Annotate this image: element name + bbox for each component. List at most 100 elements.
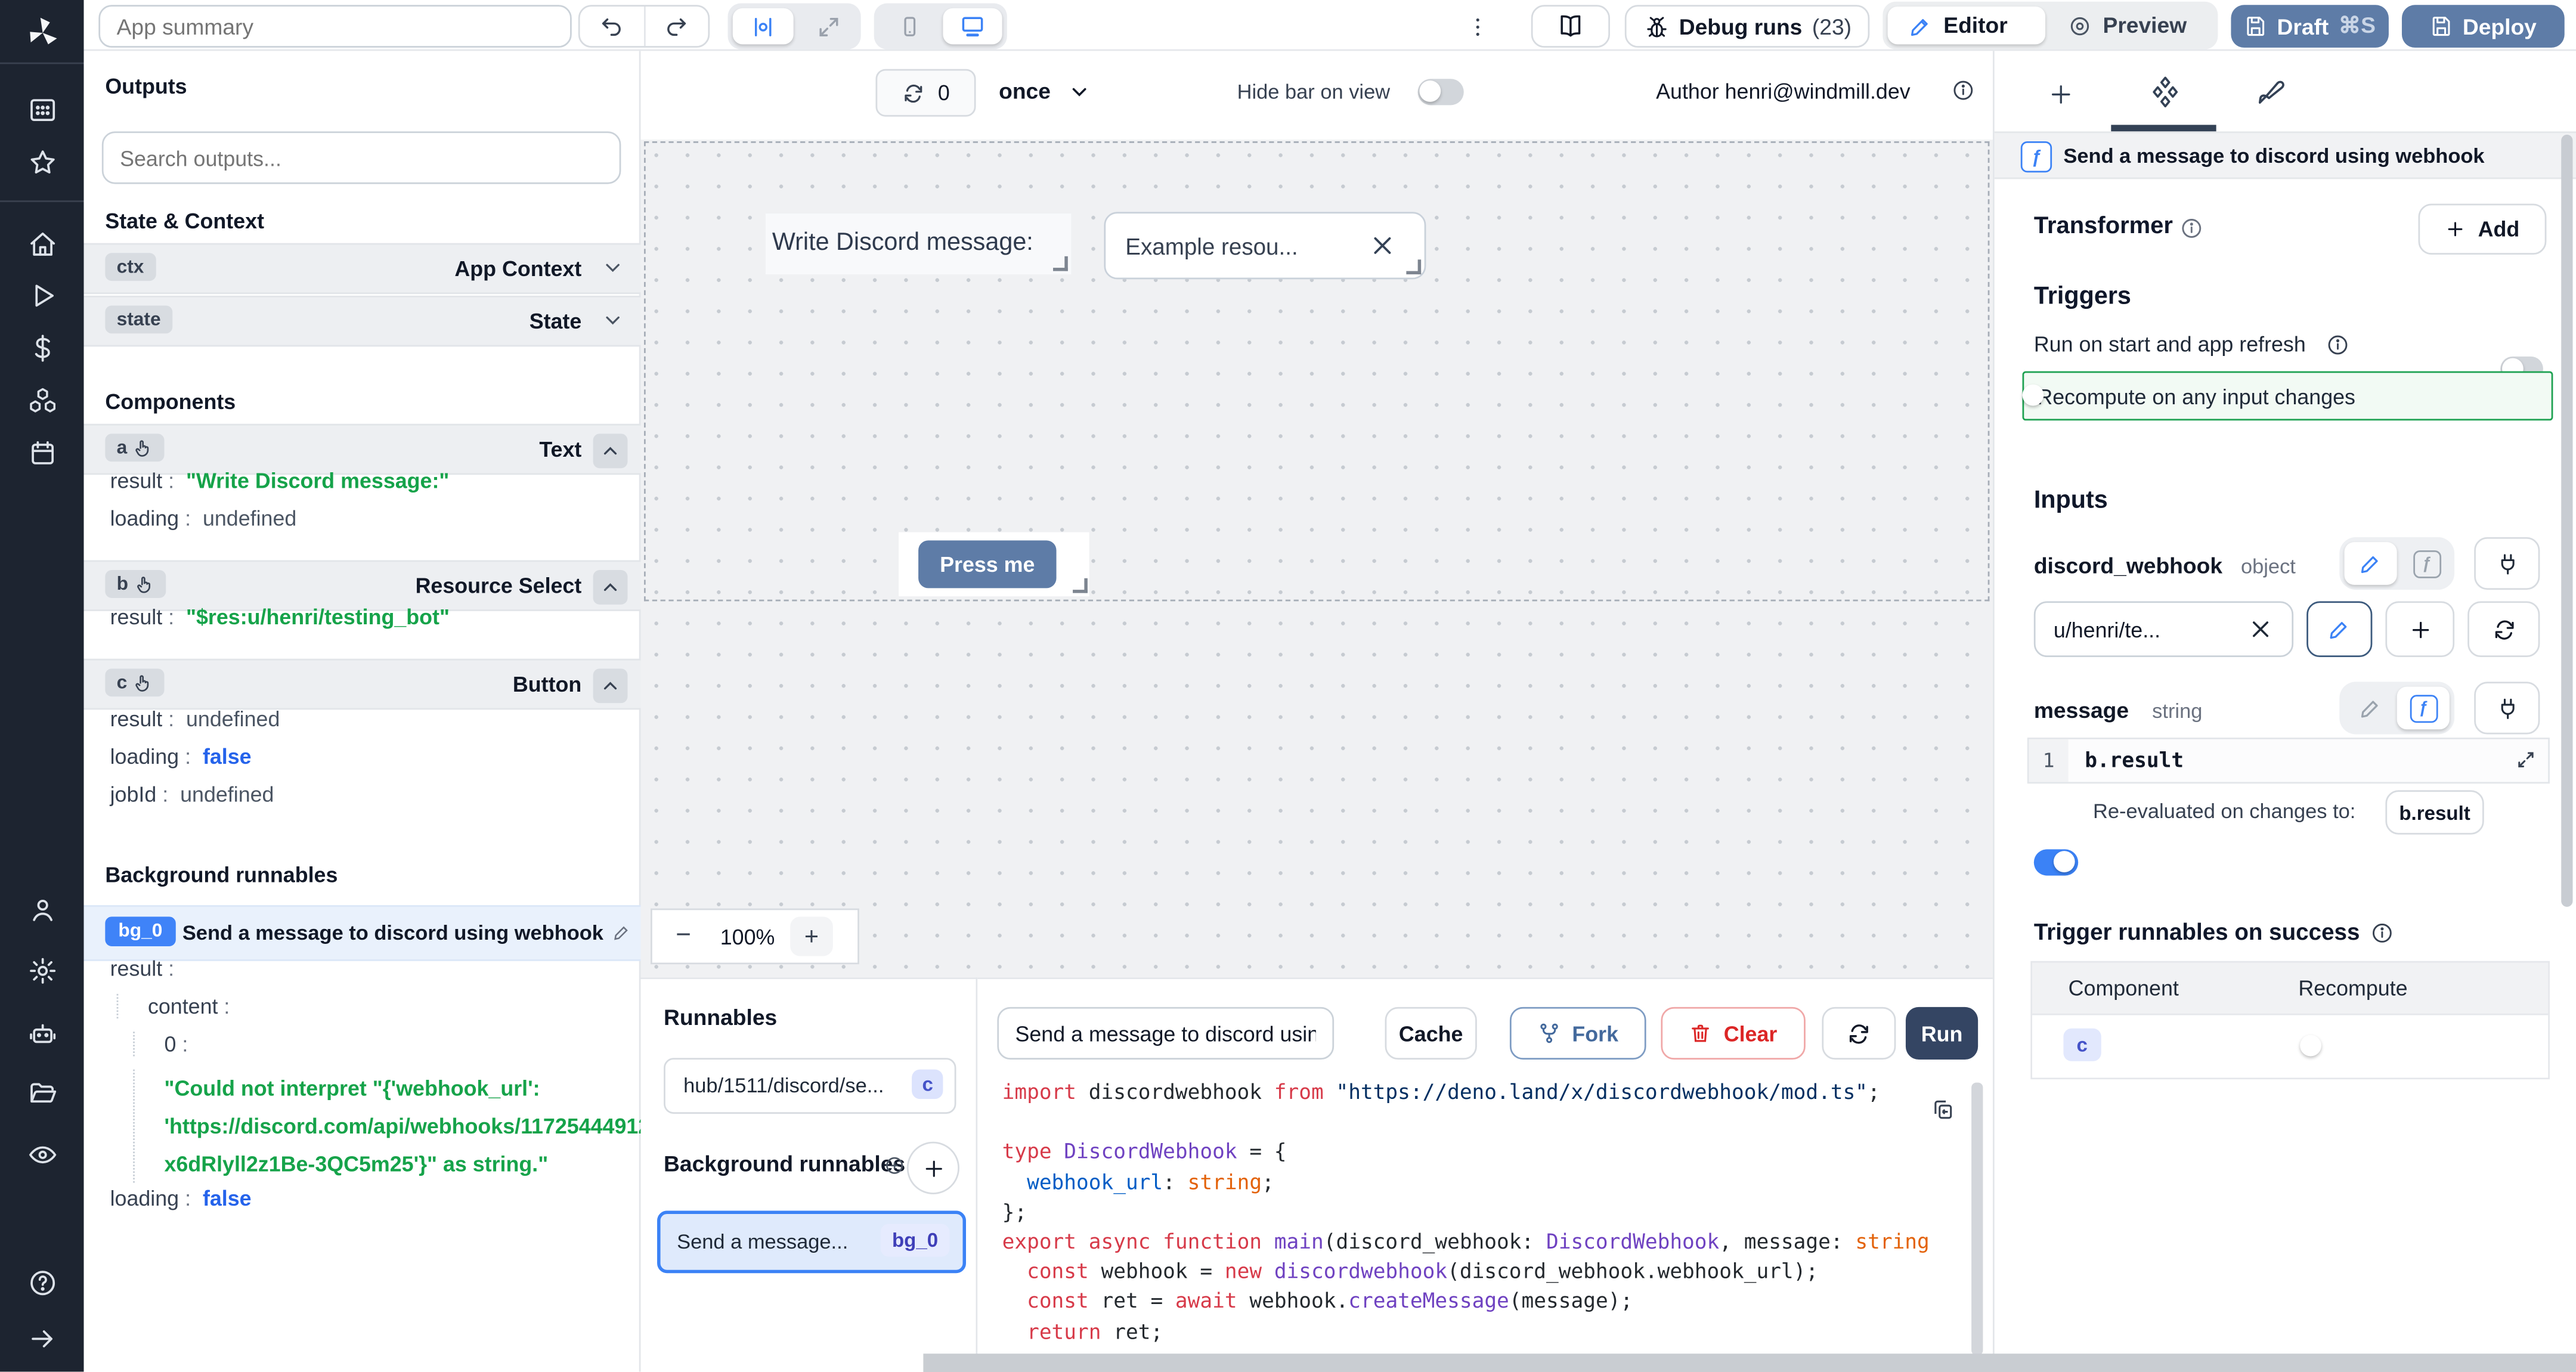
zoom-in-button[interactable]: + [790,916,833,956]
tab-styling-brush-icon[interactable] [2250,74,2287,110]
collapse-chevron-up-icon[interactable] [593,570,628,605]
trigger-success-title: Trigger runnables on success [2034,918,2360,944]
add-transformer-button[interactable]: Add [2419,204,2547,255]
resources-boxes-icon[interactable] [27,386,57,416]
draft-button[interactable]: Draft ⌘S [2231,5,2388,48]
desktop-view-button[interactable] [943,8,1002,45]
copy-code-icon[interactable] [1930,1097,1955,1122]
clear-button[interactable]: Clear [1661,1007,1805,1060]
bg-runnable-item-selected[interactable]: Send a message... bg_0 [657,1211,966,1274]
help-icon[interactable] [27,1268,57,1298]
redo-button[interactable] [645,7,708,46]
restart-button[interactable] [1822,1007,1896,1060]
tab-insert-plus-icon[interactable] [2044,77,2076,110]
script-name-input[interactable] [997,1007,1334,1060]
reeval-toggle[interactable] [2034,849,2078,875]
workers-bot-icon[interactable] [27,1018,57,1048]
info-icon[interactable] [2180,217,2203,240]
chevron-down-icon[interactable] [601,256,624,280]
add-bg-runnable-button[interactable] [907,1142,959,1194]
run-button[interactable]: Run [1906,1007,1978,1060]
static-pencil-mode-button[interactable] [2345,687,2397,730]
resource-select-component[interactable]: Example resou... [1104,212,1426,279]
mobile-view-button[interactable] [879,8,938,45]
text-component-value: Write Discord message: [772,228,1033,256]
hand-pointer-icon [134,438,153,457]
settings-gear-icon[interactable] [27,956,57,986]
horizontal-scrollbar[interactable] [923,1354,2576,1372]
background-runnable-row[interactable]: bg_0 Send a message to discord using web… [84,905,641,961]
tab-settings-diamonds-icon[interactable] [2147,74,2184,110]
component-row-a[interactable]: a Text [84,424,641,475]
press-me-button[interactable]: Press me [918,540,1056,588]
code-vertical-scrollbar[interactable] [1971,1083,1983,1355]
folders-icon[interactable] [27,1079,57,1109]
clear-x-icon[interactable] [1370,233,1395,258]
docs-book-button[interactable] [1531,5,1610,48]
kebab-menu-icon[interactable] [1464,7,1490,46]
tab-preview[interactable]: Preview [2049,7,2213,44]
expand-editor-icon[interactable] [2515,749,2537,770]
resize-handle[interactable] [1053,256,1068,271]
fn-icon: ƒ [2413,550,2441,578]
field-message-name: message [2034,698,2129,723]
message-expression-editor[interactable]: 1 b.result [2027,738,2550,783]
center-align-button[interactable] [733,8,794,45]
app-canvas[interactable]: Write Discord message: Example resou... … [640,140,1992,977]
info-icon[interactable] [2371,922,2394,945]
right-panel-scrollbar[interactable] [2561,135,2572,907]
zoom-out-button[interactable]: − [652,922,715,952]
audit-eye-icon[interactable] [27,1140,57,1170]
collapse-chevron-up-icon[interactable] [593,433,628,468]
collapse-arrow-icon[interactable] [27,1324,57,1354]
undo-button[interactable] [580,7,645,46]
add-resource-button[interactable] [2385,601,2454,657]
recompute-counter[interactable]: 0 [875,69,976,117]
edit-resource-button[interactable] [2306,601,2372,657]
static-pencil-mode-button[interactable] [2345,542,2397,585]
deploy-button[interactable]: Deploy [2402,5,2565,48]
cache-button[interactable]: Cache [1385,1007,1477,1060]
connect-plug-button[interactable] [2474,537,2540,590]
fn-mode-button-active[interactable]: ƒ [2397,687,2450,730]
refresh-resources-button[interactable] [2467,601,2540,657]
save-draft-icon [2244,15,2267,38]
interval-dropdown[interactable]: once [999,79,1090,103]
collapse-chevron-up-icon[interactable] [593,668,628,703]
user-icon[interactable] [27,896,57,925]
chevron-down-icon[interactable] [601,309,624,332]
resource-picker[interactable]: u/henri/te... [2034,601,2293,657]
variables-dollar-icon[interactable] [27,333,57,363]
edit-pencil-icon[interactable] [613,923,631,941]
tab-editor[interactable]: Editor [1888,7,2045,44]
favorites-star-icon[interactable] [27,148,57,178]
apps-icon[interactable] [27,95,57,125]
code-content[interactable]: import discordwebhook from "https://deno… [1002,1077,1965,1350]
resize-handle[interactable] [1406,259,1421,274]
runnable-item-hub[interactable]: hub/1511/discord/se... c [664,1058,956,1114]
search-outputs-input[interactable] [102,131,621,184]
reeval-target-chip[interactable]: b.result [2385,790,2484,834]
connect-plug-button[interactable] [2474,682,2540,734]
fork-button[interactable]: Fork [1510,1007,1646,1060]
resize-handle[interactable] [1073,578,1088,593]
output-row-state[interactable]: state State [84,296,641,346]
windmill-logo-icon[interactable] [21,11,64,54]
text-component[interactable]: Write Discord message: [766,213,1071,274]
component-row-c[interactable]: c Button [84,659,641,710]
component-row-b[interactable]: b Resource Select [84,560,641,611]
info-icon[interactable] [1952,79,1975,102]
home-icon[interactable] [27,230,57,260]
hide-bar-toggle[interactable] [1418,79,1464,105]
runs-play-icon[interactable] [27,281,57,311]
schedules-calendar-icon[interactable] [27,439,57,469]
generate-icon[interactable] [882,1153,906,1178]
info-icon[interactable] [2326,333,2349,357]
expand-canvas-button[interactable] [800,8,856,45]
output-row-ctx[interactable]: ctx App Context [84,243,641,294]
fn-mode-button[interactable]: ƒ [2404,542,2450,585]
clear-x-icon[interactable] [2249,618,2272,641]
app-summary-input[interactable] [98,5,571,48]
bg0-error-text: "Could not interpret "{'webhook_url':'ht… [133,1070,640,1183]
debug-runs-button[interactable]: Debug runs (23) [1625,5,1870,48]
